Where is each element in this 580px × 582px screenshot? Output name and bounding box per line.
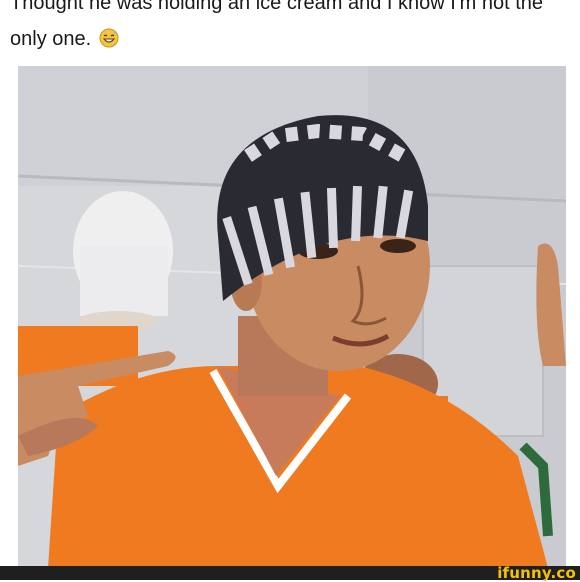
ifunny-watermark: ifunny.co — [497, 564, 576, 582]
watermark-bar: ifunny.co — [0, 564, 580, 582]
caption-line-1: Thought he was holding an ice cream and … — [10, 0, 544, 14]
caption-line-2-text: only one. — [10, 28, 92, 50]
caption: Thought he was holding an ice cream and … — [0, 0, 580, 66]
caption-line-2: only one. — [10, 24, 119, 54]
meme-photo — [18, 66, 566, 568]
grinning-sweat-emoji-icon — [99, 27, 119, 48]
